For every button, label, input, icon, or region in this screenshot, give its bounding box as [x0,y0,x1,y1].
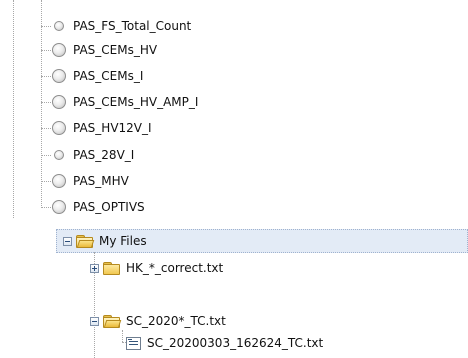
tree-node-file[interactable]: SC_20200303_162624_TC.txt [124,333,323,353]
channel-item[interactable]: PAS_CEMs_HV [52,39,157,61]
collapse-icon[interactable] [90,316,99,326]
tree-node-label: My Files [99,234,147,248]
channel-tree-line [41,0,42,208]
channel-item[interactable]: PAS_MHV [52,170,129,192]
tree-branch [41,155,51,156]
tree-node-label: SC_20200303_162624_TC.txt [147,336,324,350]
tree-branch [41,128,51,129]
channel-label: PAS_FS_Total_Count [73,19,192,33]
channel-item[interactable]: PAS_CEMs_I [52,65,143,87]
tree-node-label: SC_2020*_TC.txt [126,314,226,328]
status-led-icon [52,95,66,109]
tree-branch [41,181,51,182]
status-led-icon [52,69,66,83]
tree-branch [41,50,51,51]
folder-icon [103,261,120,275]
channel-label: PAS_28V_I [73,148,135,162]
tree-branch [41,76,51,77]
channel-label: PAS_CEMs_HV_AMP_I [73,95,199,109]
subfolder-tree-line [122,330,123,342]
channel-label: PAS_CEMs_HV [73,43,158,57]
tree-node-my-files[interactable]: My Files [63,231,147,251]
status-led-icon [54,21,64,31]
status-led-icon [52,43,66,57]
outer-tree-line [13,0,14,218]
status-led-icon [54,150,64,160]
channel-label: PAS_OPTIVS [73,200,145,214]
channel-label: PAS_HV12V_I [73,121,152,135]
tree-branch [41,207,51,208]
tree-node-hk-correct[interactable]: HK_*_correct.txt [90,258,223,278]
channel-item[interactable]: PAS_OPTIVS [52,196,145,218]
channel-item[interactable]: PAS_HV12V_I [52,117,152,139]
expand-icon[interactable] [90,263,99,273]
status-led-icon [52,121,66,135]
text-file-icon [126,336,141,350]
tree-branch [41,26,51,27]
channel-label: PAS_CEMs_I [73,69,144,83]
tree-node-label: HK_*_correct.txt [126,261,224,275]
channel-item[interactable]: PAS_FS_Total_Count [52,15,191,37]
channel-label: PAS_MHV [73,174,129,188]
status-led-icon [52,174,66,188]
folder-open-icon [103,314,122,328]
collapse-icon[interactable] [63,236,72,246]
status-led-icon [52,200,66,214]
channel-item[interactable]: PAS_28V_I [52,144,134,166]
tree-branch [41,102,51,103]
folder-open-icon [76,234,95,248]
tree-node-sc-tc[interactable]: SC_2020*_TC.txt [90,311,226,331]
channel-item[interactable]: PAS_CEMs_HV_AMP_I [52,91,198,113]
